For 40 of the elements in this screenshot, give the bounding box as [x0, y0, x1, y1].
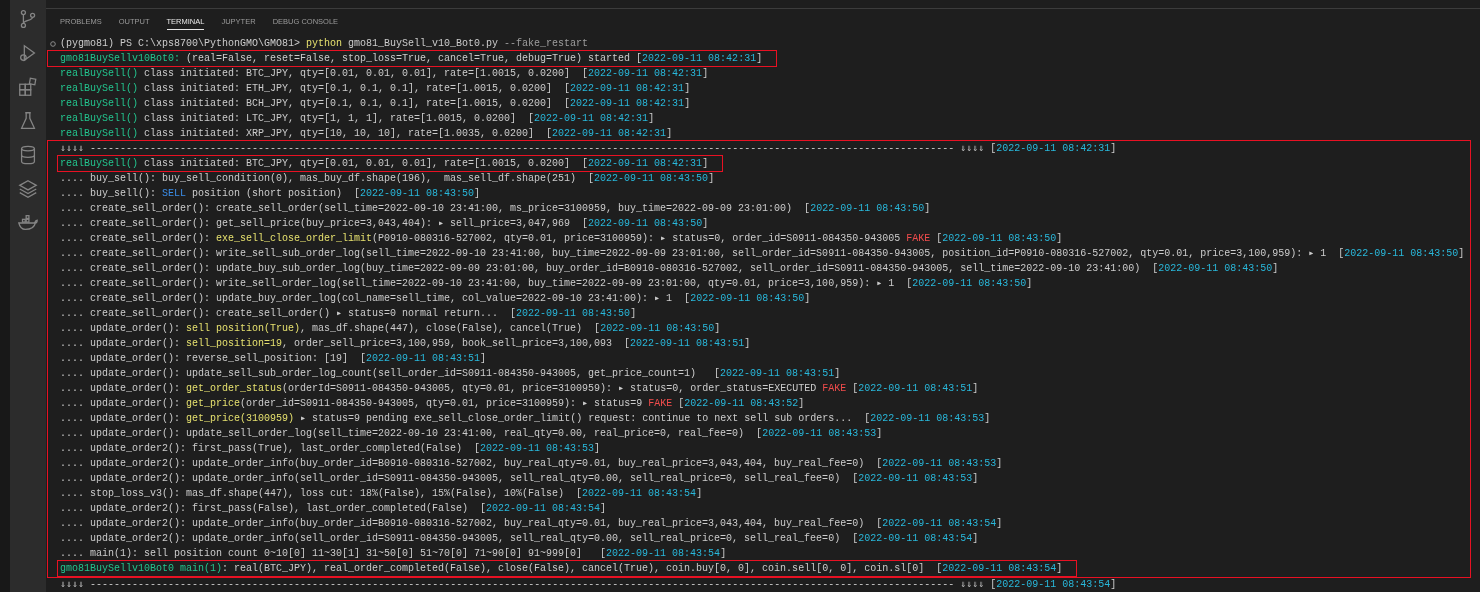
terminal-line: .... buy_sell(): buy_sell_condition(0), mas_buy_df.shape(196), mas_sell_df.shape(251) [2022-09-11 08:43:50]: [59, 172, 715, 186]
terminal-line: .... update_order2(): update_order_info(sell_order_id=S0911-084350-943005, sell_real_qty=0.00, sell_real_price=0, sell_real_fee=0) [2022-09-11 08:43:54]: [59, 532, 979, 546]
terminal-line: .... update_order(): sell_position=19, order_sell_price=3,100,959, book_sell_price=3,100,093 [2022-09-11 08:43:51]: [59, 337, 751, 351]
terminal-line: .... create_sell_order(): update_buy_order_log(col_name=sell_time, col_value=2022-09-10 23:41:00): ▸ 1 [2022-09-11 08:43:50]: [59, 292, 811, 306]
terminal-line: realBuySell() class initiated: XRP_JPY, qty=[10, 10, 10], rate=[1.0035, 0.0200] [2022-09-11 08:42:31]: [59, 127, 673, 141]
terminal-line: .... main(1): sell position count 0~10[0] 11~30[1] 31~50[0] 51~70[0] 71~90[0] 91~999[0] [2022-09-11 08:43:54]: [59, 547, 727, 561]
terminal-line: .... create_sell_order(): update_buy_sub_order_log(buy_time=2022-09-09 23:01:00, buy_order_id=B0910-080316-527002, sell_order_id=S0911-084350-943005, sell_time=2022-09-10 23:41:00) [2022-09-11 08:43:50]: [59, 262, 1279, 276]
terminal-line: .... update_order2(): update_order_info(buy_order_id=B0910-080316-527002, buy_real_qty=0.01, buy_real_price=3,043,404, buy_real_fee=0) [2022-09-11 08:43:54]: [59, 517, 1003, 531]
command-decoration-icon[interactable]: [50, 40, 56, 47]
terminal-line: realBuySell() class initiated: BTC_JPY, qty=[0.01, 0.01, 0.01], rate=[1.0015, 0.0200] [2022-09-11 08:42:31]: [59, 67, 709, 81]
highlighted-terminal-line: realBuySell() class initiated: BTC_JPY, qty=[0.01, 0.01, 0.01], rate=[1.0015, 0.0200] [2022-09-11 08:42:31]: [58, 156, 723, 171]
terminal-line: realBuySell() class initiated: BCH_JPY, qty=[0.1, 0.1, 0.1], rate=[1.0015, 0.0200] [2022-09-11 08:42:31]: [59, 97, 691, 111]
terminal-line: .... update_order(): get_price(3100959) ▸ status=9 pending exe_sell_close_order_limit() request: continue to next sell sub orders... [2022-09-11 08:43:53]: [59, 412, 991, 426]
terminal-line: .... update_order(): update_sell_sub_order_log_count(sell_order_id=S0911-084350-943005, get_price_count=1) [2022-09-11 08:43:51]: [59, 367, 841, 381]
terminal-line: realBuySell() class initiated: ETH_JPY, qty=[0.1, 0.1, 0.1], rate=[1.0015, 0.0200] [2022-09-11 08:42:31]: [59, 82, 691, 96]
terminal-line: .... create_sell_order(): exe_sell_close_order_limit(P0910-080316-527002, qty=0.01, price=3100959): ▸ status=0, order_id=S0911-084350-943005 FAKE [2022-09-11 08:43:50]: [59, 232, 1063, 246]
terminal-line: ⇓⇓⇓⇓ ------------------------------------------------------------------------------------------------------------------------------------------------ ⇓⇓⇓⇓ [2022-09-11 08:42:31]: [59, 142, 1117, 156]
terminal-line: .... create_sell_order(): create_sell_order() ▸ status=0 normal return... [2022-09-11 08:43:50]: [59, 307, 637, 321]
terminal-line: .... update_order2(): update_order_info(sell_order_id=S0911-084350-943005, sell_real_qty=0.00, sell_real_price=0, sell_real_fee=0) [2022-09-11 08:43:53]: [59, 472, 979, 486]
terminal-line: .... buy_sell(): SELL position (short position) [2022-09-11 08:43:50]: [59, 187, 481, 201]
terminal-line: .... create_sell_order(): get_sell_price(buy_price=3,043,404): ▸ sell_price=3,047,969 [2022-09-11 08:43:50]: [59, 217, 709, 231]
terminal-command: (pygmo81) PS C:\xps8700\PythonGMO\GMO81> python gmo81_BuySell_v10_Bot0.py --fake_restart: [60, 37, 589, 51]
terminal-line: .... update_order(): sell position(True), mas_df.shape(447), close(False), cancel(True) [2022-09-11 08:43:50]: [59, 322, 721, 336]
terminal-line: .... update_order2(): first_pass(True), last_order_completed(False) [2022-09-11 08:43:53]: [59, 442, 601, 456]
terminal-line: .... update_order(): update_sell_order_log(sell_time=2022-09-10 23:41:00, real_qty=0.00, real_price=0, real_fee=0) [2022-09-11 08:43:53]: [59, 427, 883, 441]
terminal-line: .... update_order(): get_order_status(orderId=S0911-084350-943005, qty=0.01, price=3100959): ▸ status=0, order_status=EXECUTED FAKE [2022-09-11 08:43:51]: [59, 382, 979, 396]
extensions-icon[interactable]: [17, 76, 39, 98]
terminal-line: .... update_order2(): first_pass(False), last_order_completed(False) [2022-09-11 08:43:54]: [59, 502, 607, 516]
terminal-line: .... create_sell_order(): write_sell_sub_order_log(sell_time=2022-09-10 23:41:00, buy_time=2022-09-09 23:01:00, sell_order_id=S0911-084350-943005, position_id=P0910-080316-527002, qty=0.01, price=3,100,959): ▸ 1 [2022-09-11 08:43:50]: [59, 247, 1465, 261]
highlighted-terminal-line: gmo81BuySellv10Bot0: (real=False, reset=False, stop_loss=True, cancel=True, debug=True) started [2022-09-11 08:42:31]: [48, 51, 777, 66]
terminal-line: .... create_sell_order(): create_sell_order(sell_time=2022-09-10 23:41:00, ms_price=3100959, buy_time=2022-09-09 23:01:00) [2022-09-11 08:43:50]: [59, 202, 931, 216]
highlighted-terminal-line: gmo81BuySellv10Bot0 main(1): real(BTC_JPY), real_order_completed(False), close(False), cancel(True), coin.buy[0, 0], coin.sell[0, 0], coin.sl[0] [2022-09-11 08:43:54]: [58, 561, 1077, 576]
terminal-line: .... update_order(): get_price(order_id=S0911-084350-943005, qty=0.01, price=3100959): ▸ status=9 FAKE [2022-09-11 08:43:52]: [59, 397, 805, 411]
terminal-line: .... update_order2(): update_order_info(buy_order_id=B0910-080316-527002, buy_real_qty=0.01, buy_real_price=3,043,404, buy_real_fee=0) [2022-09-11 08:43:53]: [59, 457, 1003, 471]
terminal-line: ⇓⇓⇓⇓ ------------------------------------------------------------------------------------------------------------------------------------------------ ⇓⇓⇓⇓ [2022-09-11 08:43:54]: [59, 578, 1117, 592]
terminal-line: .... update_order(): reverse_sell_position: [19] [2022-09-11 08:43:51]: [59, 352, 487, 366]
terminal-line: .... create_sell_order(): write_sell_order_log(sell_time=2022-09-10 23:41:00, buy_time=2022-09-09 23:01:00, qty=0.01, price=3,100,959): ▸ 1 [2022-09-11 08:43:50]: [59, 277, 1033, 291]
terminal-line: realBuySell() class initiated: LTC_JPY, qty=[1, 1, 1], rate=[1.0015, 0.0200] [2022-09-11 08:42:31]: [59, 112, 655, 126]
layers-icon[interactable]: [17, 178, 39, 200]
terminal-line: .... stop_loss_v3(): mas_df.shape(447), loss cut: 18%(False), 15%(False), 10%(False) [2022-09-11 08:43:54]: [59, 487, 703, 501]
